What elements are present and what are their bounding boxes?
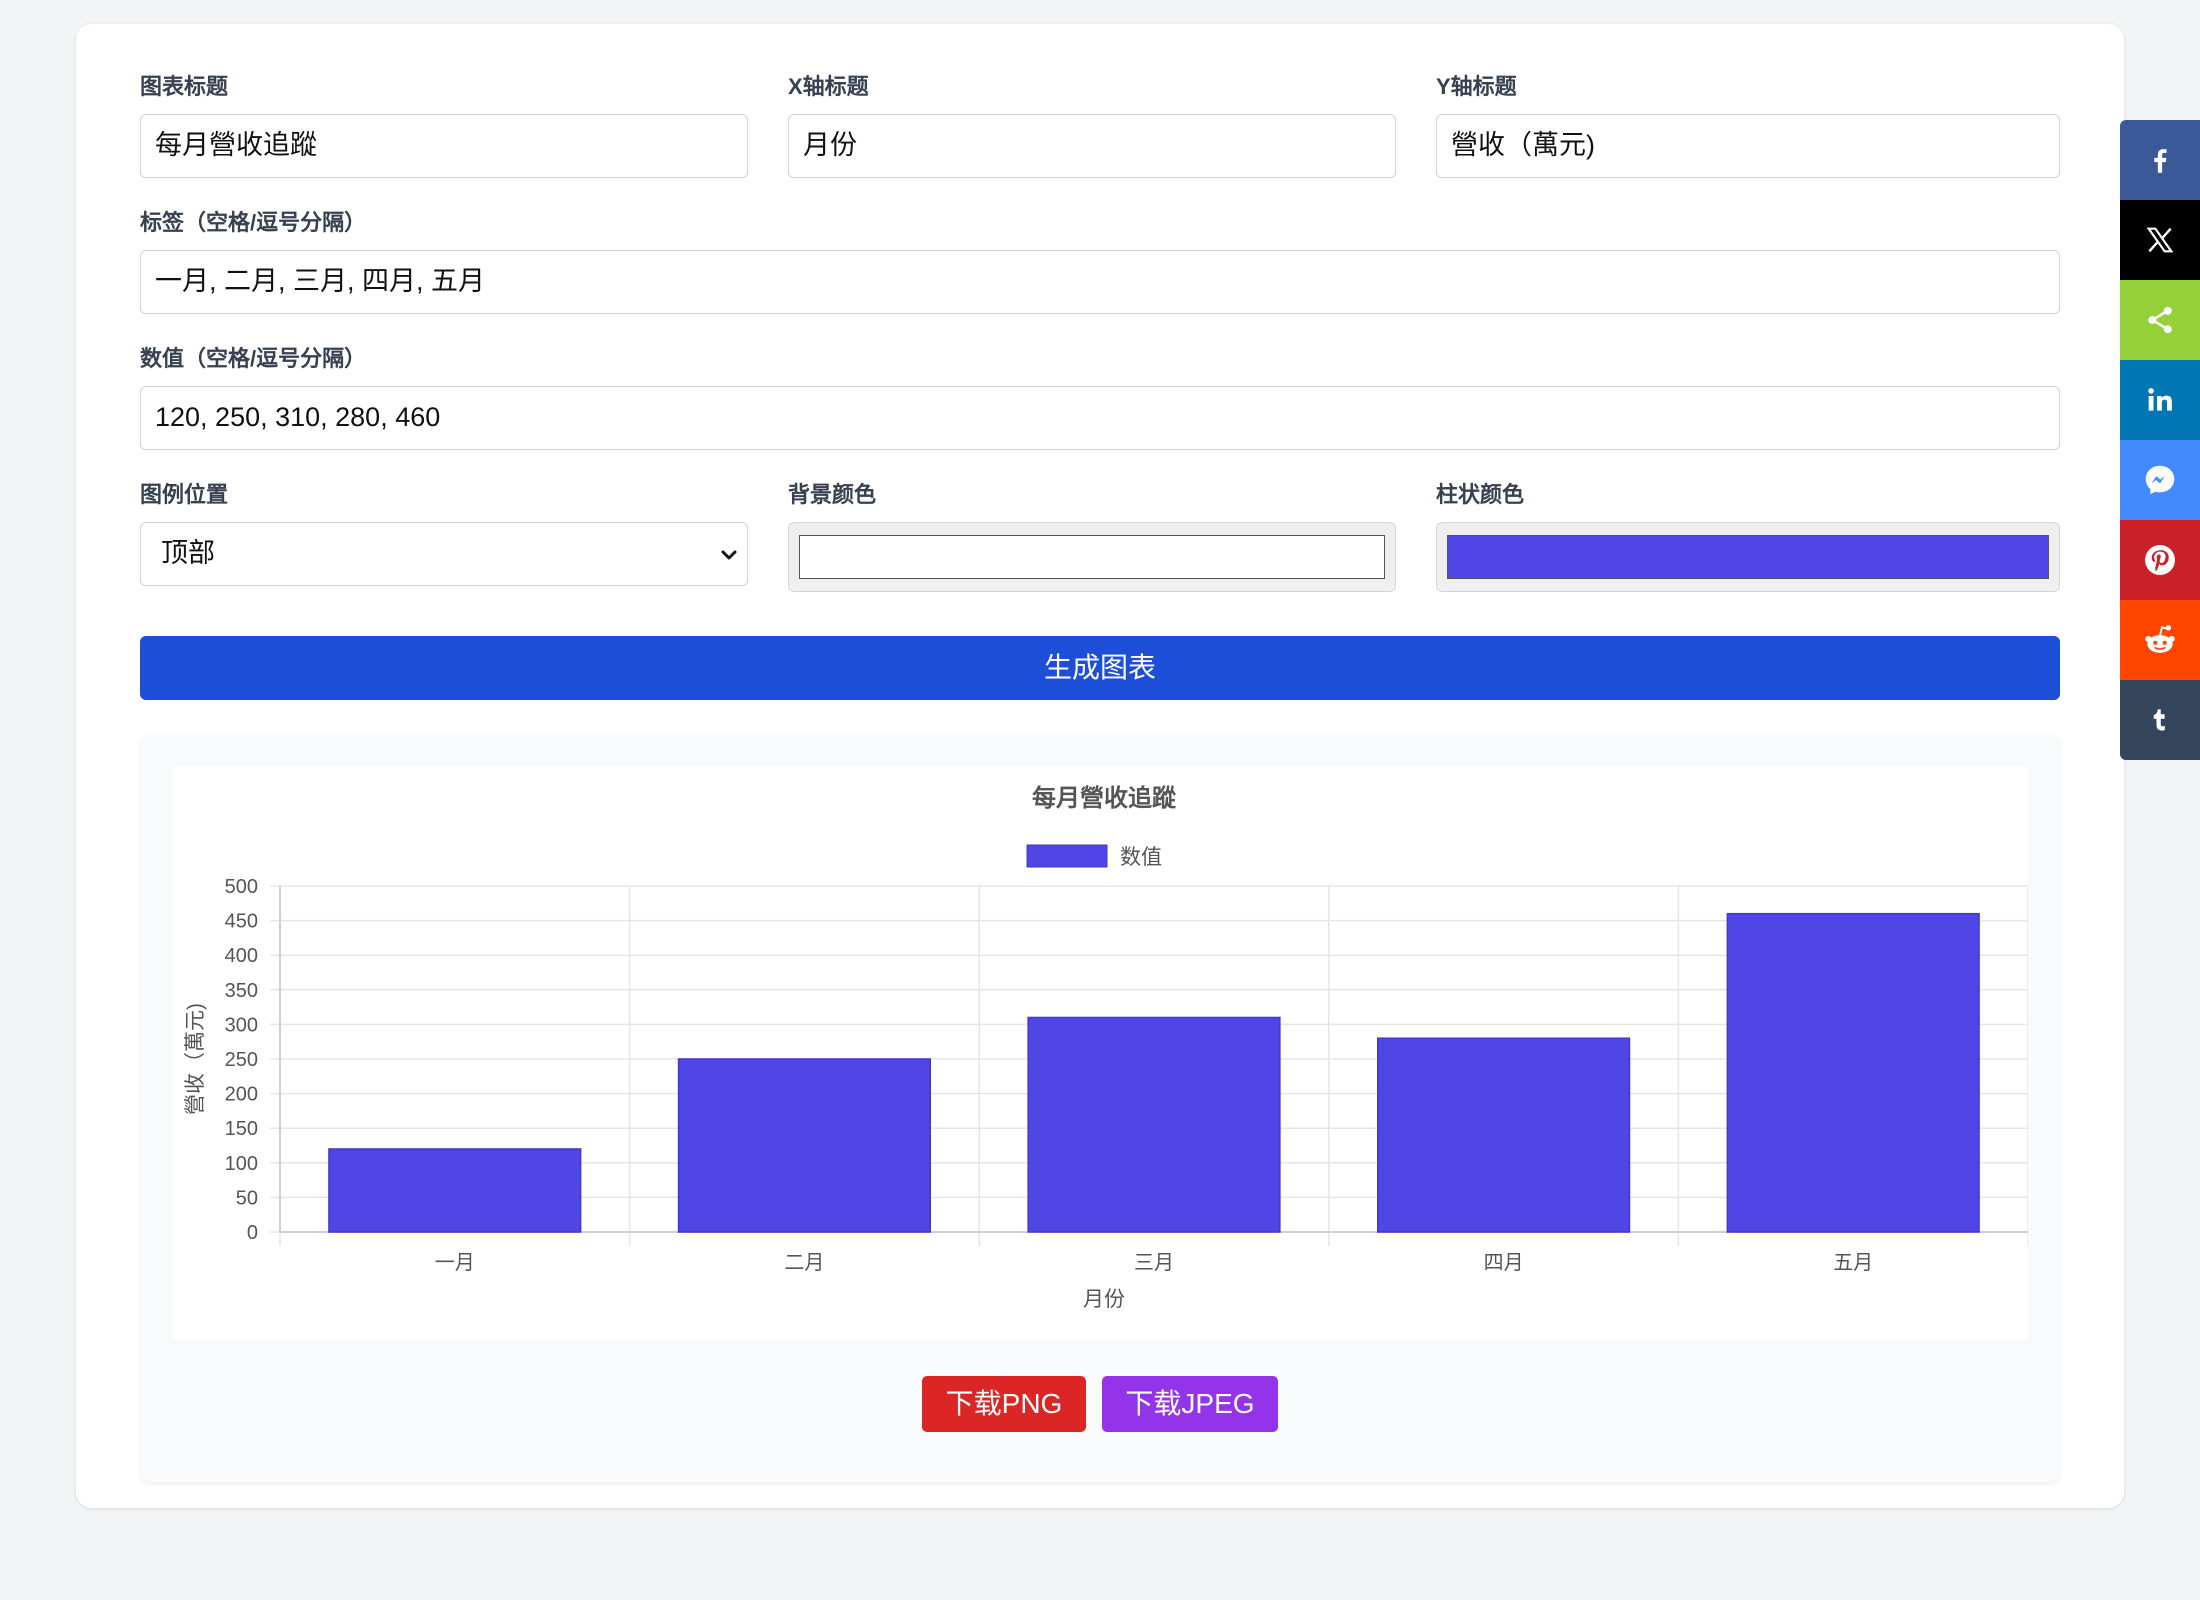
x-title-input[interactable]: 月份 [788, 114, 1396, 178]
legend-position-value: 顶部 [161, 538, 215, 568]
values-field: 数值（空格/逗号分隔） 120, 250, 310, 280, 460 [140, 342, 2060, 452]
bar [1726, 912, 1980, 1233]
y-tick-label: 400 [225, 945, 258, 967]
tumblr-share-button[interactable] [2120, 680, 2200, 760]
labels-field: 标签（空格/逗号分隔） 一月, 二月, 三月, 四月, 五月 [140, 206, 2060, 316]
y-tick-label: 50 [236, 1187, 258, 1209]
chart-panel: 0 50 100 150 200 250 300 350 400 450 500 一月 二月 三月 四月 五月… [140, 734, 2060, 1482]
facebook-icon [2154, 149, 2167, 173]
reddit-icon [2145, 625, 2175, 653]
background-color-field: 背景颜色 [788, 478, 1396, 598]
bar [1027, 1016, 1281, 1233]
y-axis-title: 營收（萬元) [184, 1003, 207, 1115]
legend-position-select[interactable]: 顶部 [140, 522, 748, 586]
values-input[interactable]: 120, 250, 310, 280, 460 [140, 386, 2060, 450]
values-label: 数值（空格/逗号分隔） [140, 346, 367, 371]
pinterest-share-button[interactable] [2120, 520, 2200, 600]
bar [677, 1058, 932, 1233]
x-tick-label: 二月 [784, 1252, 824, 1274]
y-tick-label: 200 [225, 1084, 258, 1106]
legend-position-label: 图例位置 [140, 482, 229, 507]
y-title-label: Y轴标题 [1436, 74, 1517, 99]
bar-color-picker[interactable] [1436, 522, 2060, 592]
bar-color-field: 柱状颜色 [1436, 478, 2060, 598]
y-tick-label: 150 [225, 1118, 258, 1140]
linkedin-share-button[interactable] [2120, 360, 2200, 440]
background-color-picker[interactable] [788, 522, 1396, 592]
pinterest-icon [2145, 545, 2175, 575]
chart-title: 每月營收追蹤 [1032, 784, 1177, 812]
y-tick-label: 450 [225, 911, 258, 933]
titles-row: 图表标题 每月營收追蹤 X轴标题 月份 Y轴标题 營收（萬元) [140, 70, 2060, 180]
legend-label: 数值 [1120, 846, 1162, 869]
x-tick-label: 三月 [1134, 1252, 1174, 1274]
y-title-field: Y轴标题 營收（萬元) [1436, 70, 2060, 180]
messenger-icon [2145, 465, 2175, 495]
chart-title-input[interactable]: 每月營收追蹤 [140, 114, 748, 178]
labels-row: 标签（空格/逗号分隔） 一月, 二月, 三月, 四月, 五月 [140, 206, 2060, 316]
social-share-bar [2120, 120, 2200, 760]
chart-title-label: 图表标题 [140, 74, 229, 99]
bar [328, 1148, 582, 1233]
chevron-down-icon [721, 550, 737, 560]
x-title-label: X轴标题 [788, 74, 869, 99]
bar-color-swatch [1447, 535, 2049, 579]
messenger-share-button[interactable] [2120, 440, 2200, 520]
x-icon [2146, 227, 2174, 253]
background-color-swatch [799, 535, 1385, 579]
y-tick-label: 300 [225, 1014, 258, 1036]
generic-share-button[interactable] [2120, 280, 2200, 360]
labels-label: 标签（空格/逗号分隔） [140, 210, 367, 235]
tumblr-icon [2153, 709, 2165, 731]
reddit-share-button[interactable] [2120, 600, 2200, 680]
x-tick-label: 四月 [1484, 1252, 1524, 1274]
linkedin-icon [2148, 388, 2172, 411]
bar-chart: 0 50 100 150 200 250 300 350 400 450 500 一月 二月 三月 四月 五月… [184, 784, 2029, 1311]
share-icon [2148, 306, 2172, 334]
y-tick-label: 0 [247, 1222, 258, 1244]
x-title-field: X轴标题 月份 [788, 70, 1396, 180]
chart-generator-card: 图表标题 每月營收追蹤 X轴标题 月份 Y轴标题 營收（萬元) 标签（空格/逗号… [76, 24, 2124, 1508]
y-tick-label: 500 [225, 876, 258, 898]
legend-swatch [1026, 844, 1108, 868]
y-title-input[interactable]: 營收（萬元) [1436, 114, 2060, 178]
background-color-label: 背景颜色 [788, 482, 877, 507]
bar [1376, 1037, 1631, 1233]
y-tick-label: 100 [225, 1153, 258, 1175]
x-tick-label: 五月 [1833, 1252, 1873, 1274]
labels-input[interactable]: 一月, 二月, 三月, 四月, 五月 [140, 250, 2060, 314]
download-jpeg-button[interactable]: 下载JPEG [1102, 1376, 1278, 1432]
values-row: 数值（空格/逗号分隔） 120, 250, 310, 280, 460 [140, 342, 2060, 452]
x-tick-label: 一月 [435, 1252, 475, 1274]
chart-canvas: 0 50 100 150 200 250 300 350 400 450 500 一月 二月 三月 四月 五月… [172, 766, 2029, 1340]
bar-color-label: 柱状颜色 [1436, 482, 1525, 507]
x-share-button[interactable] [2120, 200, 2200, 280]
generate-chart-button[interactable]: 生成图表 [140, 636, 2060, 700]
y-tick-label: 250 [225, 1049, 258, 1071]
legend-position-field: 图例位置 顶部 [140, 478, 748, 598]
y-tick-label: 350 [225, 980, 258, 1002]
chart-title-field: 图表标题 每月營收追蹤 [140, 70, 748, 180]
style-row: 图例位置 顶部 背景颜色 柱状颜色 [140, 478, 2060, 598]
x-axis-title: 月份 [1083, 1288, 1125, 1311]
facebook-share-button[interactable] [2120, 120, 2200, 200]
download-png-button[interactable]: 下载PNG [922, 1376, 1086, 1432]
